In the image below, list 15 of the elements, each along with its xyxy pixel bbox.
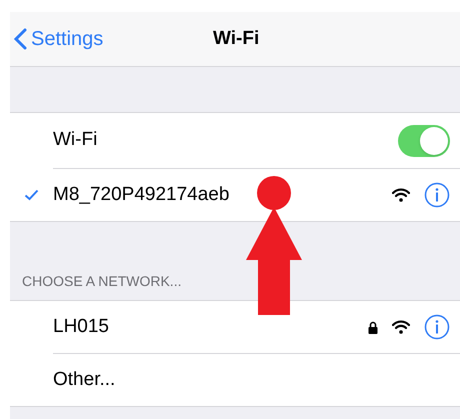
back-chevron-icon: [14, 28, 27, 50]
network-name: LH015: [53, 314, 110, 339]
checkmark-icon: [24, 189, 39, 201]
section-header: CHOOSE A NETWORK...: [22, 272, 182, 291]
back-button[interactable]: Settings: [10, 24, 104, 54]
wifi-label: Wi-Fi: [53, 128, 98, 152]
wifi-signal-icon: [392, 188, 410, 202]
info-icon[interactable]: [424, 314, 450, 340]
wifi-signal-icon: [392, 320, 410, 334]
wifi-toggle[interactable]: [398, 124, 450, 156]
lock-icon: [368, 320, 378, 334]
info-icon[interactable]: [424, 182, 450, 208]
other-network-link[interactable]: Other...: [53, 366, 450, 394]
network-name: M8_720P492174aeb: [53, 182, 230, 207]
window-title: Wi-Fi: [213, 26, 260, 51]
